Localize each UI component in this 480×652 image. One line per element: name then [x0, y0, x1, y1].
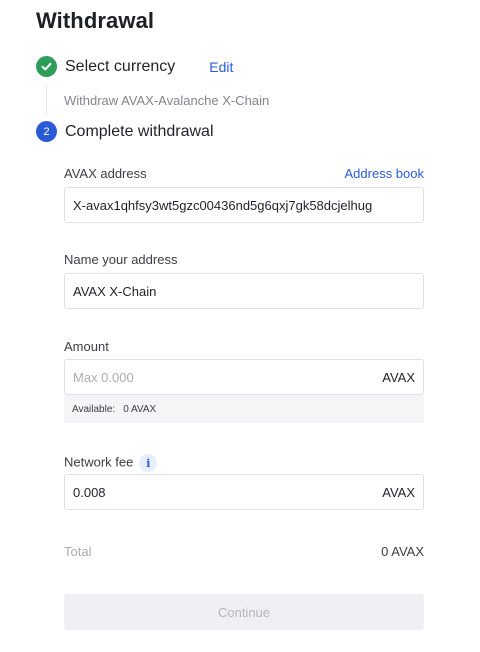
- info-icon[interactable]: i: [139, 454, 158, 472]
- network-fee-value: 0.008: [73, 484, 106, 500]
- amount-placeholder: Max 0.000: [73, 369, 134, 385]
- address-name-value: AVAX X-Chain: [73, 283, 157, 299]
- checkmark-icon: [41, 62, 52, 71]
- step-title-complete-withdrawal: Complete withdrawal: [65, 122, 214, 140]
- total-label: Total: [64, 544, 92, 559]
- amount-unit: AVAX: [382, 369, 415, 385]
- available-value: 0 AVAX: [123, 403, 157, 415]
- amount-input[interactable]: Max 0.000 AVAX: [64, 359, 424, 395]
- amount-label: Amount: [64, 339, 109, 354]
- network-fee-unit: AVAX: [382, 484, 415, 500]
- total-value: 0 AVAX: [381, 544, 424, 559]
- network-fee-label: Network fee: [64, 454, 134, 470]
- page-title: Withdrawal: [36, 8, 155, 33]
- network-fee-input[interactable]: 0.008 AVAX: [64, 474, 424, 510]
- step-connector: [46, 86, 47, 114]
- network-fee-label-row: Network fee i: [64, 454, 158, 472]
- available-label: Available:: [72, 403, 116, 415]
- check-circle-icon: [36, 56, 57, 77]
- address-input[interactable]: X-avax1qhfsy3wt5gzc00436nd5g6qxj7gk58dcj…: [64, 187, 424, 223]
- edit-currency-link[interactable]: Edit: [209, 59, 233, 75]
- address-input-value: X-avax1qhfsy3wt5gzc00436nd5g6qxj7gk58dcj…: [73, 197, 373, 213]
- selected-currency-summary: Withdraw AVAX-Avalanche X-Chain: [64, 93, 270, 108]
- step-complete-withdrawal: 2 Complete withdrawal: [36, 121, 214, 142]
- step-number-badge: 2: [36, 121, 57, 142]
- address-label: AVAX address: [64, 166, 147, 181]
- address-name-input[interactable]: AVAX X-Chain: [64, 273, 424, 309]
- available-balance: Available: 0 AVAX: [64, 395, 424, 423]
- address-book-link[interactable]: Address book: [345, 166, 425, 181]
- step-title-select-currency: Select currency: [65, 57, 176, 75]
- step-select-currency: Select currency Edit: [36, 56, 233, 77]
- continue-button[interactable]: Continue: [64, 594, 424, 630]
- address-name-label: Name your address: [64, 252, 178, 267]
